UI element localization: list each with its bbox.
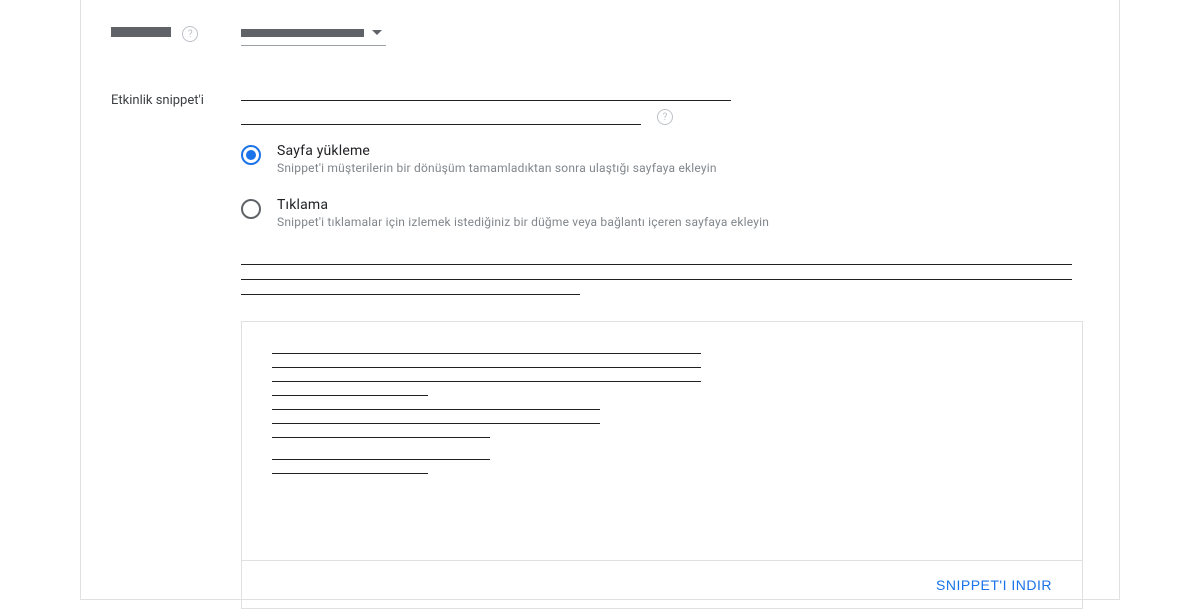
code-line bbox=[272, 430, 490, 438]
redacted-text-line bbox=[241, 272, 1072, 280]
radio-page-load[interactable]: Sayfa yükleme Snippet'i müşterilerin bir… bbox=[241, 143, 1089, 175]
redacted-text-line bbox=[241, 287, 580, 295]
dropdown-field[interactable] bbox=[241, 20, 386, 46]
redacted-text-line bbox=[241, 257, 1072, 265]
radio-indicator bbox=[241, 199, 261, 219]
settings-card: ? Etkinlik snippet'i ? Sayfa yükleme bbox=[80, 0, 1120, 600]
download-snippet-button[interactable]: SNIPPET'I INDIR bbox=[936, 577, 1052, 593]
radio-indicator-selected bbox=[241, 145, 261, 165]
snippet-label: Etkinlik snippet'i bbox=[111, 91, 241, 609]
code-card-footer: SNIPPET'I INDIR bbox=[242, 560, 1082, 608]
redacted-text-line bbox=[241, 91, 731, 101]
code-line bbox=[272, 360, 701, 368]
select-row: ? bbox=[81, 0, 1119, 46]
redacted-text-line bbox=[241, 115, 641, 125]
code-snippet-body[interactable] bbox=[242, 322, 1082, 560]
code-snippet-card: SNIPPET'I INDIR bbox=[241, 321, 1083, 609]
help-icon[interactable]: ? bbox=[182, 26, 198, 42]
code-line bbox=[272, 402, 600, 410]
description-text bbox=[241, 257, 1089, 295]
radio-title: Sayfa yükleme bbox=[277, 143, 717, 159]
redacted-label bbox=[111, 27, 171, 37]
radio-click[interactable]: Tıklama Snippet'i tıklamalar için izleme… bbox=[241, 197, 1089, 229]
radio-desc: Snippet'i müşterilerin bir dönüşüm tamam… bbox=[277, 161, 717, 175]
code-line bbox=[272, 416, 600, 424]
code-line bbox=[272, 346, 701, 354]
help-icon[interactable]: ? bbox=[657, 109, 673, 125]
field-label: ? bbox=[111, 24, 241, 42]
chevron-down-icon bbox=[372, 30, 382, 35]
code-line bbox=[272, 466, 428, 474]
code-line bbox=[272, 374, 701, 382]
radio-title: Tıklama bbox=[277, 197, 769, 213]
code-line bbox=[272, 452, 490, 460]
radio-desc: Snippet'i tıklamalar için izlemek istedi… bbox=[277, 215, 769, 229]
intro-text: ? bbox=[241, 91, 1089, 125]
snippet-section: Etkinlik snippet'i ? Sayfa yükleme Snipp… bbox=[81, 91, 1119, 609]
code-line bbox=[272, 388, 428, 396]
dropdown-value-redacted bbox=[241, 29, 364, 37]
snippet-content: ? Sayfa yükleme Snippet'i müşterilerin b… bbox=[241, 91, 1089, 609]
